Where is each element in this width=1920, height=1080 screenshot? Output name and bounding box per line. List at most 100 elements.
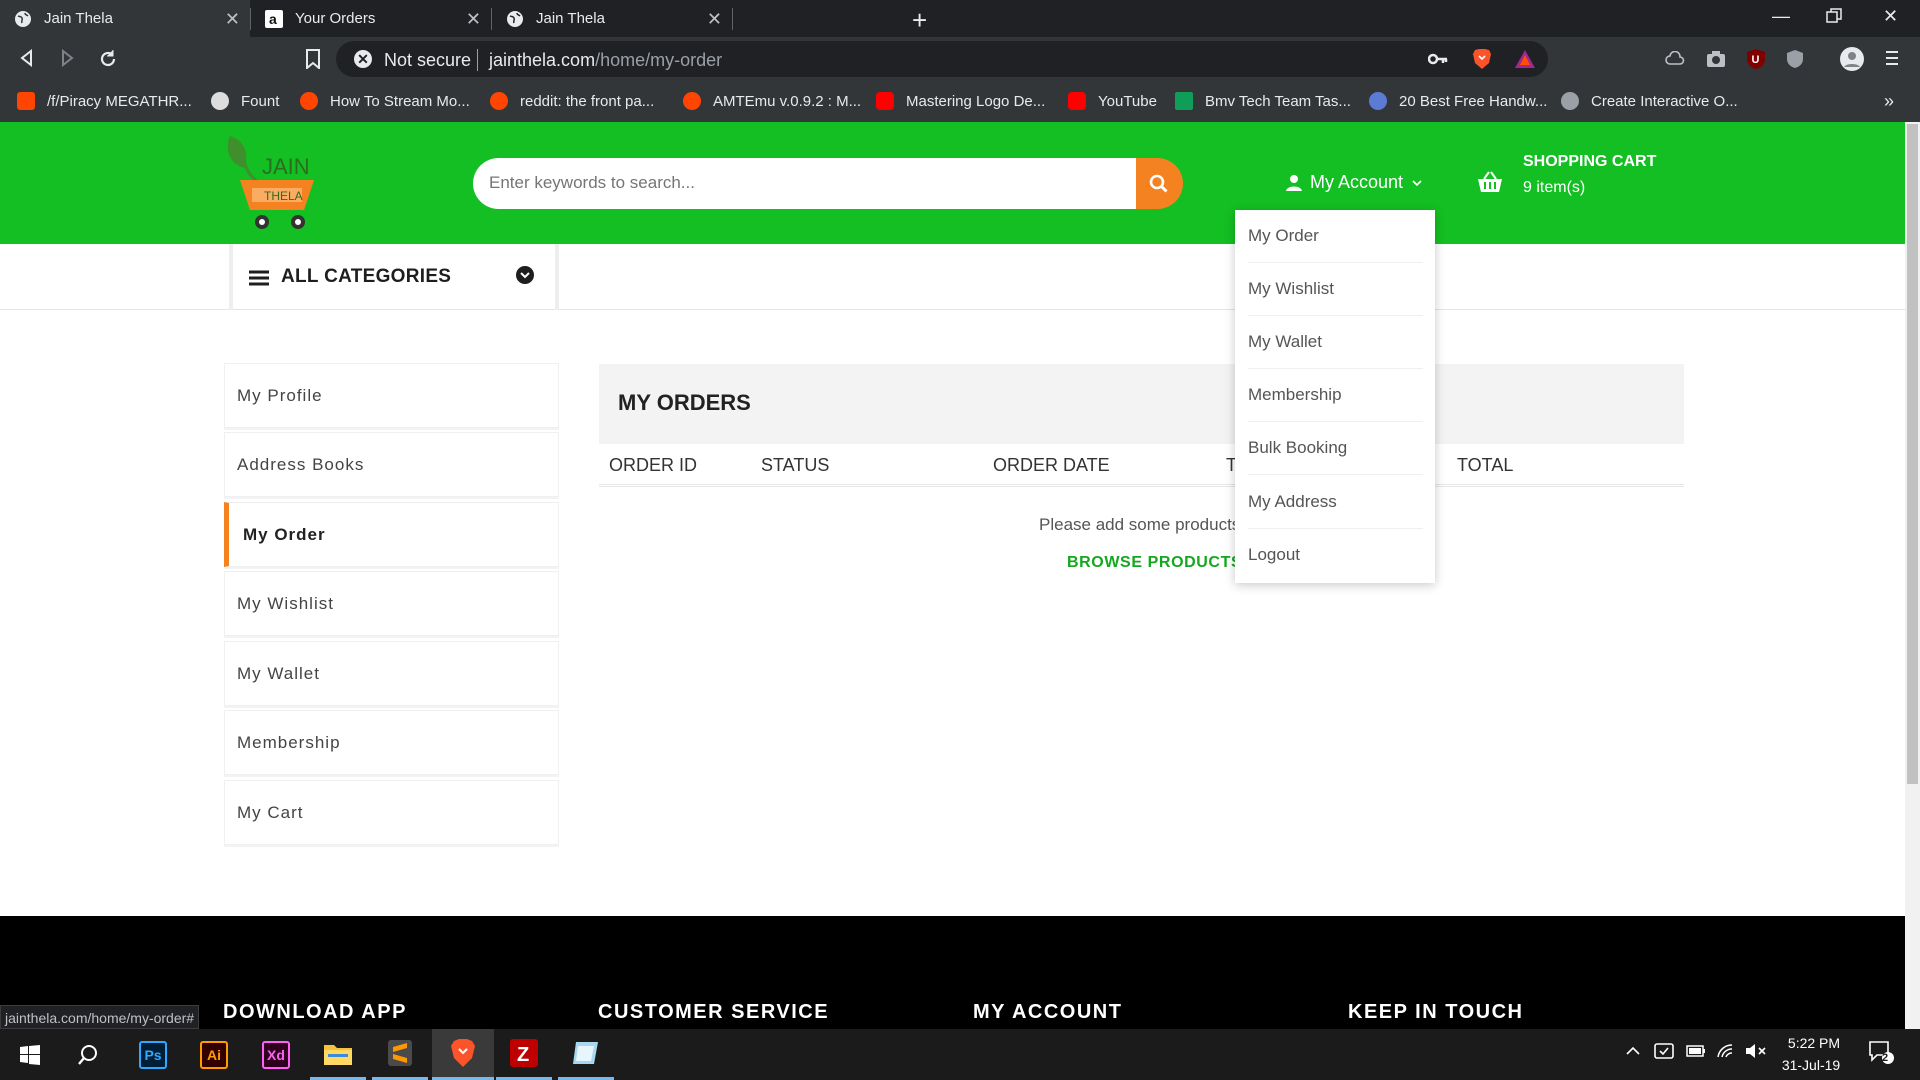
url-text[interactable]: jainthela.com/home/my-order — [489, 50, 722, 71]
security-status[interactable]: Not secure — [384, 50, 471, 71]
sidebar-item-my-wallet[interactable]: My Wallet — [224, 641, 559, 706]
chevron-circle-down-icon[interactable] — [516, 266, 534, 284]
shopping-cart-title[interactable]: SHOPPING CART — [1523, 153, 1656, 171]
cart-item-count[interactable]: 9 item(s) — [1523, 179, 1585, 197]
bookmark-item[interactable]: YouTube — [1068, 91, 1157, 111]
restore-icon[interactable] — [1826, 8, 1842, 24]
tab-your-orders[interactable]: a Your Orders ✕ — [251, 0, 491, 37]
sidebar-item-my-profile[interactable]: My Profile — [224, 363, 559, 428]
window-close-icon[interactable]: ✕ — [1883, 6, 1898, 27]
new-tab-plus-icon[interactable]: + — [912, 5, 927, 36]
youtube-icon — [1068, 92, 1086, 110]
bookmark-label: /f/Piracy MEGATHR... — [47, 92, 192, 110]
file-explorer-icon[interactable] — [310, 1029, 366, 1080]
menu-item-bulk-booking[interactable]: Bulk Booking — [1248, 422, 1423, 475]
shield-extension-icon[interactable] — [1786, 49, 1804, 69]
browse-products-link[interactable]: BROWSE PRODUCTS — [1067, 554, 1242, 572]
ublock-icon[interactable]: U — [1746, 48, 1766, 70]
globe-icon — [14, 10, 32, 28]
bookmark-item[interactable]: Create Interactive O... — [1561, 91, 1738, 111]
back-arrow-icon[interactable] — [18, 49, 36, 67]
amazon-icon: a — [265, 9, 283, 28]
sidebar-item-membership[interactable]: Membership — [224, 710, 559, 775]
minimize-icon[interactable]: — — [1772, 6, 1790, 27]
action-center-icon[interactable] — [1868, 1040, 1894, 1064]
bookmark-icon[interactable] — [305, 49, 321, 69]
tab-close-icon[interactable]: ✕ — [707, 9, 722, 30]
scrollbar-thumb[interactable] — [1907, 124, 1918, 784]
youtube-icon — [876, 92, 894, 110]
all-categories-label[interactable]: ALL CATEGORIES — [281, 266, 451, 288]
tray-app-icon[interactable] — [1654, 1042, 1674, 1060]
tray-overflow-chevron-icon[interactable] — [1625, 1044, 1641, 1056]
search-button[interactable] — [1136, 158, 1183, 209]
bookmark-label: 20 Best Free Handw... — [1399, 92, 1548, 110]
sidebar-item-my-cart[interactable]: My Cart — [224, 780, 559, 845]
hamburger-menu-icon — [249, 270, 269, 286]
menu-item-logout[interactable]: Logout — [1248, 529, 1423, 582]
key-icon[interactable] — [1428, 51, 1448, 67]
bookmark-item[interactable]: reddit: the front pa... — [490, 91, 654, 111]
bookmark-item[interactable]: Fount — [211, 91, 279, 111]
table-header-divider — [599, 484, 1684, 487]
shopping-basket-icon[interactable] — [1476, 170, 1504, 194]
jain-thela-logo[interactable]: JAIN THELA — [222, 130, 322, 234]
filezilla-icon[interactable]: Z — [496, 1029, 552, 1080]
illustrator-icon[interactable]: Ai — [186, 1029, 242, 1080]
bookmark-item[interactable]: AMTEmu v.0.9.2 : M... — [683, 91, 861, 111]
logo-text-top: JAIN — [262, 154, 310, 179]
tab-close-icon[interactable]: ✕ — [225, 9, 240, 30]
menu-item-my-order[interactable]: My Order — [1248, 210, 1423, 263]
search-icon — [1149, 174, 1168, 193]
reddit-icon — [300, 92, 318, 110]
cloud-extension-icon[interactable] — [1665, 51, 1685, 65]
sidebar-item-my-wishlist[interactable]: My Wishlist — [224, 571, 559, 636]
tab-jain-thela-active[interactable]: Jain Thela ✕ — [0, 0, 250, 37]
forward-arrow-icon[interactable] — [58, 49, 76, 67]
logo-text-bottom: THELA — [264, 189, 303, 203]
reddit-icon — [683, 92, 701, 110]
brave-shields-icon[interactable] — [1472, 48, 1492, 70]
bookmarks-overflow-icon[interactable]: » — [1884, 91, 1894, 111]
bookmark-item[interactable]: /f/Piracy MEGATHR... — [17, 91, 192, 111]
taskbar-clock-date[interactable]: 31-Jul-19 — [1778, 1057, 1844, 1073]
tab-jain-thela[interactable]: Jain Thela ✕ — [492, 0, 732, 37]
bookmark-favicon-icon — [1369, 92, 1387, 110]
taskbar-clock-time[interactable]: 5:22 PM — [1786, 1035, 1842, 1051]
reload-icon[interactable] — [98, 49, 118, 69]
volume-muted-icon[interactable] — [1745, 1043, 1767, 1059]
camera-extension-icon[interactable] — [1706, 50, 1726, 68]
sublime-text-icon[interactable] — [372, 1029, 428, 1080]
search-input[interactable] — [489, 173, 1089, 193]
browser-menu-icon[interactable] — [1885, 49, 1899, 67]
bookmark-label: How To Stream Mo... — [330, 92, 470, 110]
wifi-icon[interactable] — [1716, 1043, 1736, 1059]
sidebar-item-label: My Order — [243, 524, 326, 544]
brave-rewards-icon[interactable] — [1514, 49, 1536, 69]
tab-separator — [732, 8, 733, 30]
bookmark-item[interactable]: Mastering Logo De... — [876, 91, 1045, 111]
menu-item-my-address[interactable]: My Address — [1248, 476, 1423, 529]
brave-browser-icon[interactable] — [432, 1029, 494, 1080]
tab-close-icon[interactable]: ✕ — [466, 9, 481, 30]
bookmark-item[interactable]: 20 Best Free Handw... — [1369, 91, 1547, 111]
my-account-link[interactable]: My Account — [1286, 172, 1423, 193]
bookmark-item[interactable]: Bmv Tech Team Tas... — [1175, 91, 1351, 111]
profile-avatar-icon[interactable] — [1840, 47, 1864, 71]
notes-app-icon[interactable] — [558, 1029, 614, 1080]
sidebar-item-my-order[interactable]: My Order — [224, 502, 559, 567]
xd-icon[interactable]: Xd — [248, 1029, 304, 1080]
not-secure-icon[interactable]: ✕ — [354, 50, 372, 68]
photoshop-icon[interactable]: Ps — [125, 1029, 181, 1080]
menu-item-membership[interactable]: Membership — [1248, 369, 1423, 422]
bookmark-item[interactable]: How To Stream Mo... — [300, 91, 470, 111]
sidebar-item-address-books[interactable]: Address Books — [224, 432, 559, 497]
menu-item-my-wallet[interactable]: My Wallet — [1248, 316, 1423, 369]
battery-icon[interactable] — [1686, 1045, 1706, 1057]
tab-title: Jain Thela — [44, 10, 113, 27]
svg-text:U: U — [1752, 54, 1760, 66]
menu-item-my-wishlist[interactable]: My Wishlist — [1248, 263, 1423, 316]
windows-start-icon[interactable] — [2, 1029, 58, 1080]
photoshop-tile: Ps — [139, 1040, 167, 1069]
taskbar-search-icon[interactable] — [60, 1029, 116, 1080]
